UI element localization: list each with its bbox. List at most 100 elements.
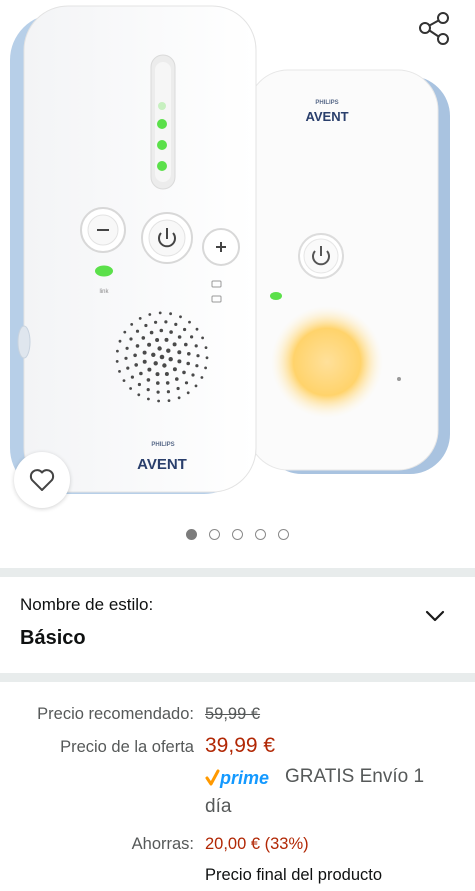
speaker-hole [159, 328, 164, 333]
wishlist-button[interactable] [14, 452, 70, 508]
speaker-hole [190, 335, 194, 339]
link-label: link [99, 289, 109, 295]
speaker-hole [184, 381, 189, 385]
speaker-hole [137, 382, 141, 387]
speaker-hole [186, 361, 190, 366]
carousel-dot[interactable] [278, 529, 289, 540]
speaker-hole [187, 352, 191, 356]
speaker-hole [172, 342, 177, 347]
speaker-hole [195, 327, 199, 331]
section-divider [0, 673, 475, 682]
speaker-hole [200, 376, 204, 379]
speaker-hole [130, 375, 134, 379]
speaker-hole [184, 342, 188, 347]
share-button[interactable] [412, 8, 456, 48]
speaker-hole [148, 313, 152, 316]
speaker-hole [130, 323, 134, 326]
speaker-hole [157, 346, 162, 351]
speaker-hole [146, 378, 151, 382]
speaker-hole [154, 320, 158, 324]
speaker-hole [169, 330, 173, 334]
speaker-hole [177, 335, 182, 339]
brand-large-right: AVENT [305, 109, 348, 124]
prime-word: prime [219, 768, 269, 788]
speaker-hole [126, 366, 130, 370]
speaker-hole [194, 384, 198, 388]
speaker-hole [153, 361, 158, 366]
speaker-hole [135, 344, 140, 348]
speaker-hole [133, 353, 137, 358]
speaker-hole [147, 367, 152, 372]
speaker-hole [139, 371, 143, 376]
product-image[interactable]: PHILIPS AVENT link PHILIPS AVENT [0, 0, 475, 510]
speaker-hole [159, 354, 165, 360]
speaker-hole [165, 381, 170, 385]
speaker-hole [151, 352, 156, 357]
speaker-hole [204, 366, 208, 370]
speaker-hole [174, 322, 178, 326]
speaker-hole [142, 350, 147, 355]
speaker-hole [175, 377, 179, 381]
speaker-hole [155, 338, 160, 342]
speaker-hole [118, 339, 122, 343]
prime-logo: prime [205, 768, 269, 788]
savings-label: Ahorras: [131, 835, 194, 853]
speaker-hole [146, 388, 150, 392]
speaker-hole [164, 320, 168, 324]
speaker-hole [164, 337, 169, 342]
speaker-hole [177, 350, 182, 355]
share-icon [419, 12, 449, 45]
speaker-hole [142, 359, 147, 364]
speaker-hole [188, 320, 191, 324]
speaker-hole [164, 372, 169, 376]
speaker-hole [156, 390, 160, 394]
speaker-hole [116, 349, 119, 353]
speaker-hole [158, 311, 162, 315]
style-value: Básico [20, 627, 86, 649]
speaker-hole [129, 337, 133, 341]
offer-label: Precio de la oferta [60, 738, 194, 756]
speaker-hole [134, 363, 138, 367]
speaker-hole [123, 330, 127, 334]
speaker-hole [196, 354, 200, 358]
chevron-down-icon [425, 610, 445, 622]
speaker-hole [115, 360, 119, 363]
speaker-hole [129, 387, 133, 390]
offer-price: 39,99 € [205, 734, 276, 757]
speaker-hole [124, 356, 128, 360]
speaker-hole [201, 336, 205, 340]
speaker-hole [177, 359, 182, 364]
rrp-value: 59,99 € [205, 705, 261, 723]
style-selector[interactable]: Nombre de estilo: Básico [0, 579, 475, 673]
speaker-hole [125, 346, 129, 350]
carousel-dot[interactable] [232, 529, 243, 540]
final-price-note: Precio final del producto [205, 866, 383, 884]
speaker-hole [169, 312, 173, 316]
carousel-dot[interactable] [209, 529, 220, 540]
carousel-dot[interactable] [186, 529, 197, 540]
speaker-hole [166, 348, 171, 353]
speaker-hole [204, 346, 208, 349]
speaker-hole [179, 315, 182, 319]
prime-delivery-text: GRATIS Envío 1 [285, 766, 425, 787]
brand-small-right: PHILIPS [315, 100, 338, 106]
speaker-hole [176, 386, 180, 391]
speaker-hole [141, 336, 146, 340]
speaker-hole [149, 330, 154, 335]
speaker-hole [194, 344, 198, 348]
carousel-indicator [0, 527, 475, 545]
carousel-dot[interactable] [255, 529, 266, 540]
speaker-hole [167, 399, 171, 402]
speaker-hole [195, 364, 199, 368]
brand-large-left: AVENT [137, 456, 187, 473]
speaker-hole [118, 370, 121, 373]
speaker-hole [166, 390, 170, 394]
speaker-hole [155, 372, 160, 377]
speaker-hole [186, 391, 190, 395]
speaker-hole [156, 381, 160, 385]
brand-small-left: PHILIPS [151, 442, 174, 448]
speaker-hole [157, 399, 161, 403]
speaker-hole [137, 393, 141, 397]
speaker-hole [182, 370, 186, 375]
rrp-label: Precio recomendado: [37, 705, 194, 723]
